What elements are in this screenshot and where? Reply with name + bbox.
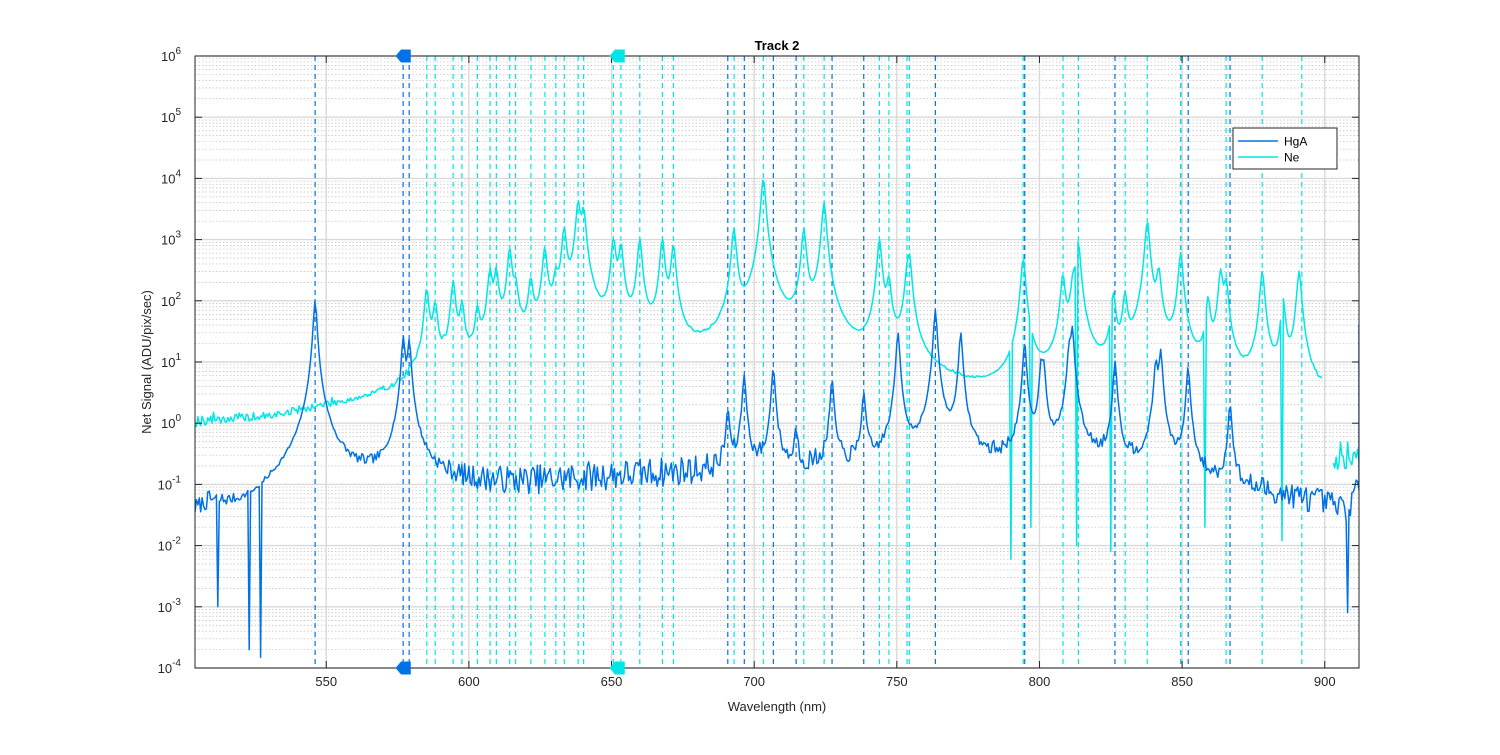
y-tick-base: 10: [158, 477, 172, 492]
x-tick-label: 650: [601, 674, 623, 689]
y-axis-label: Net Signal (ADU/pix/sec): [139, 290, 154, 434]
x-tick-label: 600: [458, 674, 480, 689]
y-tick-base: 10: [161, 355, 175, 370]
x-tick-label: 850: [1171, 674, 1193, 689]
y-tick-exponent: 1: [175, 352, 181, 363]
x-tick-label: 550: [315, 674, 337, 689]
x-axis-label: Wavelength (nm): [728, 699, 827, 714]
legend-label-hga: HgA: [1284, 135, 1307, 149]
y-tick-exponent: 6: [175, 46, 181, 57]
y-tick-exponent: 4: [175, 168, 181, 179]
y-tick-exponent: 0: [175, 413, 181, 424]
x-tick-label: 900: [1314, 674, 1336, 689]
x-tick-label: 700: [743, 674, 765, 689]
legend-label-ne: Ne: [1284, 151, 1300, 165]
x-tick-label: 800: [1029, 674, 1051, 689]
legend: HgA Ne: [1232, 127, 1338, 170]
y-tick-base: 10: [161, 110, 175, 125]
y-tick-exponent: 2: [175, 291, 181, 302]
y-tick-base: 10: [161, 233, 175, 248]
y-tick-exponent: -3: [172, 597, 181, 608]
y-tick-base: 10: [161, 49, 175, 64]
x-tick-label: 750: [886, 674, 908, 689]
y-tick-base: 10: [161, 416, 175, 431]
y-tick-exponent: -1: [172, 474, 181, 485]
chart-title: Track 2: [755, 38, 800, 53]
y-tick-base: 10: [161, 171, 175, 186]
y-tick-base: 10: [161, 294, 175, 309]
y-tick-exponent: -4: [172, 658, 181, 669]
y-tick-exponent: 3: [175, 230, 181, 241]
y-tick-base: 10: [158, 600, 172, 615]
spectrum-chart: Track 2 Wavelength (nm) Net Signal (ADU/…: [0, 0, 1500, 750]
y-tick-base: 10: [158, 539, 172, 554]
figure: Track 2 Wavelength (nm) Net Signal (ADU/…: [0, 0, 1500, 750]
y-tick-base: 10: [158, 661, 172, 676]
y-tick-exponent: -2: [172, 536, 181, 547]
y-tick-exponent: 5: [175, 107, 181, 118]
